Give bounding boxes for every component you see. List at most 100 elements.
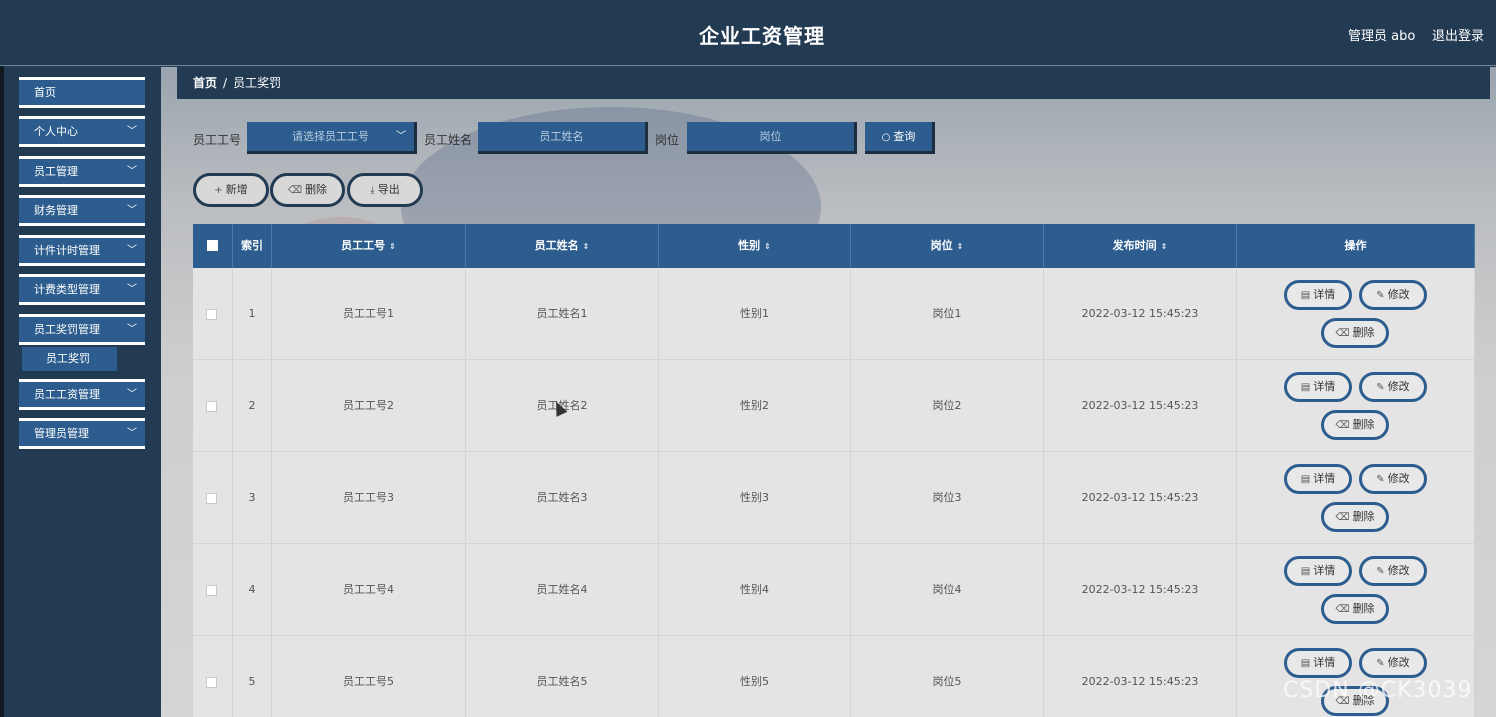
sidebar-item-label: 财务管理 xyxy=(34,204,78,217)
edit-button[interactable]: ✎ 修改 xyxy=(1359,648,1427,678)
row-checkbox[interactable] xyxy=(206,493,217,504)
cell-time: 2022-03-12 15:45:23 xyxy=(1044,544,1237,636)
select-all-checkbox[interactable] xyxy=(207,240,218,251)
download-icon: ⤓ xyxy=(370,185,375,196)
row-checkbox[interactable] xyxy=(206,585,217,596)
sidebar-item[interactable]: 管理员管理 ﹀ xyxy=(19,418,145,449)
cell-actions: ▤ 详情 ✎ 修改 ⌫ 删除 xyxy=(1237,452,1475,544)
sidebar-item[interactable]: 财务管理 ﹀ xyxy=(19,195,145,226)
detail-button-label: 详情 xyxy=(1313,288,1336,301)
cell-time: 2022-03-12 15:45:23 xyxy=(1044,360,1237,452)
top-header: 企业工资管理 管理员 abo 退出登录 xyxy=(0,0,1496,66)
pencil-icon: ✎ xyxy=(1376,658,1385,669)
sort-icon[interactable]: ⇕ xyxy=(764,242,771,251)
chevron-down-icon: ﹀ xyxy=(127,205,137,216)
sidebar-item[interactable]: 个人中心 ﹀ xyxy=(19,116,145,147)
sidebar: 首页 个人中心 ﹀ 员工管理 ﹀ 财务管理 ﹀ 计件计时管理 ﹀ 计费类型管理 ﹀ 员工奖罚管理 ﹀ 员工… xyxy=(4,67,161,717)
cell-actions: ▤ 详情 ✎ 修改 ⌫ 删除 xyxy=(1237,268,1475,360)
search-button[interactable]: ○ 查询 xyxy=(865,122,935,154)
sidebar-item-label: 个人中心 xyxy=(34,125,78,138)
sidebar-item[interactable]: 员工管理 ﹀ xyxy=(19,156,145,187)
table-row: 4 员工工号4 员工姓名4 性别4 岗位4 2022-03-12 15:45:23 ▤ 详情 ✎… xyxy=(193,544,1475,636)
edit-button[interactable]: ✎ 修改 xyxy=(1359,280,1427,310)
sort-icon[interactable]: ⇕ xyxy=(389,242,396,251)
detail-button-label: 详情 xyxy=(1313,656,1336,669)
position-input[interactable]: 岗位 xyxy=(687,122,857,154)
cell-emp-name: 员工姓名5 xyxy=(466,636,659,717)
column-header-label: 员工工号 xyxy=(341,239,386,252)
export-button[interactable]: ⤓ 导出 xyxy=(347,173,423,207)
pencil-icon: ✎ xyxy=(1376,290,1385,301)
position-input-placeholder: 岗位 xyxy=(759,130,782,143)
row-delete-button[interactable]: ⌫ 删除 xyxy=(1321,410,1389,440)
add-button-label: 新增 xyxy=(225,183,248,196)
sort-icon[interactable]: ⇕ xyxy=(583,242,590,251)
cell-emp-no: 员工工号2 xyxy=(272,360,466,452)
row-checkbox[interactable] xyxy=(206,309,217,320)
document-icon: ▤ xyxy=(1300,382,1311,393)
search-icon: ○ xyxy=(881,132,891,143)
sidebar-item[interactable]: 计件计时管理 ﹀ xyxy=(19,235,145,266)
cell-emp-name: 员工姓名1 xyxy=(466,268,659,360)
emp-name-input[interactable]: 员工姓名 xyxy=(478,122,648,154)
column-header[interactable]: 员工工号 ⇕ xyxy=(272,224,466,268)
emp-no-select-placeholder: 请选择员工工号 xyxy=(292,130,369,143)
row-checkbox[interactable] xyxy=(206,677,217,688)
cell-position: 岗位2 xyxy=(851,360,1044,452)
sidebar-item[interactable]: 计费类型管理 ﹀ xyxy=(19,274,145,305)
row-checkbox-cell xyxy=(193,360,233,452)
cell-index: 3 xyxy=(233,452,272,544)
document-icon: ▤ xyxy=(1300,658,1311,669)
detail-button[interactable]: ▤ 详情 xyxy=(1284,464,1352,494)
column-header[interactable]: 岗位 ⇕ xyxy=(851,224,1044,268)
breadcrumb-home[interactable]: 首页 xyxy=(193,76,217,90)
column-header[interactable]: 发布时间 ⇕ xyxy=(1044,224,1237,268)
data-table: 索引 员工工号 ⇕ 员工姓名 ⇕ 性别 ⇕ 岗位 ⇕ 发布时间 ⇕ 操作 1 员工工号1 员工姓名1 性别1… xyxy=(193,224,1475,717)
cell-position: 岗位5 xyxy=(851,636,1044,717)
chevron-down-icon: ﹀ xyxy=(396,131,406,142)
row-delete-button[interactable]: ⌫ 删除 xyxy=(1321,318,1389,348)
column-header[interactable]: 性别 ⇕ xyxy=(659,224,851,268)
table-row: 3 员工工号3 员工姓名3 性别3 岗位3 2022-03-12 15:45:23 ▤ 详情 ✎… xyxy=(193,452,1475,544)
batch-delete-button[interactable]: ⌫ 删除 xyxy=(270,173,345,207)
detail-button[interactable]: ▤ 详情 xyxy=(1284,556,1352,586)
sort-icon[interactable]: ⇕ xyxy=(1161,242,1168,251)
sidebar-item-label: 员工工资管理 xyxy=(34,388,100,401)
chevron-down-icon: ﹀ xyxy=(127,166,137,177)
cell-index: 4 xyxy=(233,544,272,636)
column-header-label: 性别 xyxy=(738,239,761,252)
detail-button[interactable]: ▤ 详情 xyxy=(1284,372,1352,402)
cell-time: 2022-03-12 15:45:23 xyxy=(1044,452,1237,544)
chevron-down-icon: ﹀ xyxy=(127,126,137,137)
cell-gender: 性别1 xyxy=(659,268,851,360)
breadcrumb: 首页 / 员工奖罚 xyxy=(177,67,1490,99)
edit-button[interactable]: ✎ 修改 xyxy=(1359,464,1427,494)
pencil-icon: ✎ xyxy=(1376,474,1385,485)
detail-button[interactable]: ▤ 详情 xyxy=(1284,648,1352,678)
row-checkbox-cell xyxy=(193,452,233,544)
logout-link[interactable]: 退出登录 xyxy=(1432,25,1484,44)
column-header[interactable]: 员工姓名 ⇕ xyxy=(466,224,659,268)
sidebar-item[interactable]: 员工工资管理 ﹀ xyxy=(19,379,145,410)
row-delete-button[interactable]: ⌫ 删除 xyxy=(1321,594,1389,624)
row-delete-button-label: 删除 xyxy=(1352,602,1375,615)
detail-button[interactable]: ▤ 详情 xyxy=(1284,280,1352,310)
sidebar-subitem-employee-reward[interactable]: 员工奖罚 xyxy=(22,347,117,371)
chevron-down-icon: ﹀ xyxy=(127,389,137,400)
sort-icon[interactable]: ⇕ xyxy=(957,242,964,251)
chevron-down-icon: ﹀ xyxy=(127,245,137,256)
table-row: 5 员工工号5 员工姓名5 性别5 岗位5 2022-03-12 15:45:23 ▤ 详情 ✎… xyxy=(193,636,1475,717)
column-header-label: 发布时间 xyxy=(1112,239,1157,252)
pencil-icon: ✎ xyxy=(1376,566,1385,577)
cell-actions: ▤ 详情 ✎ 修改 ⌫ 删除 xyxy=(1237,636,1475,717)
cell-index: 1 xyxy=(233,268,272,360)
row-checkbox[interactable] xyxy=(206,401,217,412)
row-checkbox-cell xyxy=(193,544,233,636)
edit-button[interactable]: ✎ 修改 xyxy=(1359,372,1427,402)
row-delete-button[interactable]: ⌫ 删除 xyxy=(1321,502,1389,532)
edit-button[interactable]: ✎ 修改 xyxy=(1359,556,1427,586)
sidebar-item[interactable]: 员工奖罚管理 ﹀ xyxy=(19,314,145,345)
sidebar-item[interactable]: 首页 xyxy=(19,77,145,108)
add-button[interactable]: + 新增 xyxy=(193,173,269,207)
emp-no-select[interactable]: 请选择员工工号 ﹀ xyxy=(247,122,417,154)
